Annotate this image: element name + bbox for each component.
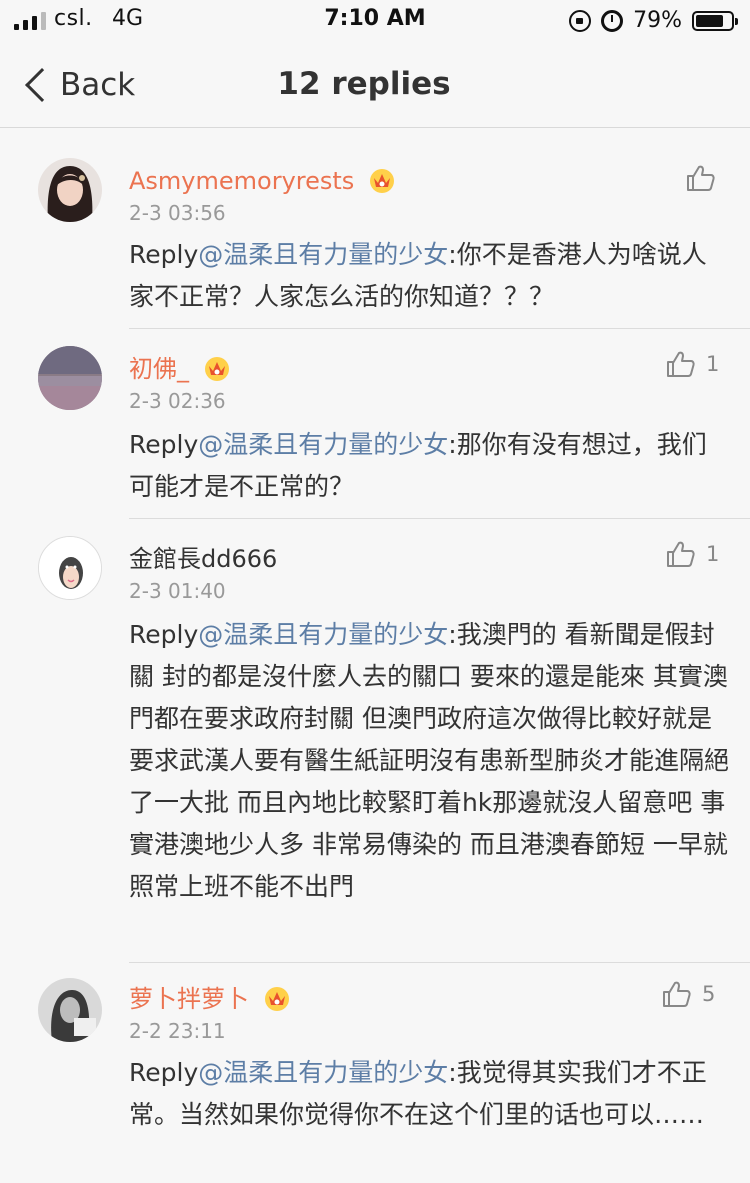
like-count: 1 bbox=[706, 542, 720, 566]
avatar[interactable] bbox=[38, 978, 102, 1042]
reply-body: Reply@温柔且有力量的少女:我澳門的 看新聞是假封關 封的都是沒什麼人去的關… bbox=[129, 614, 729, 908]
thumbs-up-icon bbox=[663, 981, 691, 1007]
battery-fill bbox=[696, 14, 723, 27]
username[interactable]: Asmymemoryrests bbox=[129, 166, 396, 196]
timestamp: 2-3 01:40 bbox=[129, 579, 226, 603]
status-bar: csl. 4G 7:10 AM 79% bbox=[0, 0, 750, 40]
crown-icon bbox=[204, 357, 229, 381]
crown-icon bbox=[264, 987, 289, 1011]
thumbs-up-icon bbox=[687, 165, 715, 191]
thumbs-up-icon bbox=[667, 351, 695, 377]
reply-prefix: Reply bbox=[129, 620, 199, 649]
username-text: Asmymemoryrests bbox=[129, 167, 355, 195]
timestamp: 2-3 03:56 bbox=[129, 201, 226, 225]
reply-item: 萝卜拌萝卜 2-2 23:11 5 Reply@温柔且有力量的少女:我觉得其实我… bbox=[0, 962, 750, 1183]
like-count: 5 bbox=[702, 982, 716, 1006]
mention-link[interactable]: @温柔且有力量的少女 bbox=[198, 1058, 448, 1087]
mention-link[interactable]: @温柔且有力量的少女 bbox=[198, 620, 448, 649]
battery-icon bbox=[692, 10, 738, 31]
like-count: 1 bbox=[706, 352, 720, 376]
username[interactable]: 萝卜拌萝卜 bbox=[129, 984, 291, 1014]
nav-bar: Back 12 replies bbox=[0, 44, 750, 128]
rotation-lock-icon bbox=[569, 9, 592, 32]
username-text: 萝卜拌萝卜 bbox=[129, 985, 249, 1013]
reply-prefix: Reply bbox=[129, 240, 199, 269]
mention-link[interactable]: @温柔且有力量的少女 bbox=[198, 240, 448, 269]
like-button[interactable] bbox=[686, 164, 726, 192]
battery-percent: 79% bbox=[633, 8, 682, 33]
username[interactable]: 金館長dd666 bbox=[129, 544, 277, 574]
mention-link[interactable]: @温柔且有力量的少女 bbox=[198, 430, 448, 459]
timestamp: 2-2 23:11 bbox=[129, 1019, 226, 1043]
reply-item: 初佛_ 2-3 02:36 1 Reply@温柔且有力量的少女:那你有没有想过，… bbox=[0, 328, 750, 519]
timestamp: 2-3 02:36 bbox=[129, 389, 226, 413]
thumbs-up-icon bbox=[667, 541, 695, 567]
reply-prefix: Reply bbox=[129, 1058, 199, 1087]
username-text: 金館長dd666 bbox=[129, 545, 278, 573]
avatar[interactable] bbox=[38, 536, 102, 600]
like-button[interactable]: 1 bbox=[666, 540, 719, 568]
reply-body: Reply@温柔且有力量的少女:我觉得其实我们才不正常。当然如果你觉得你不在这个… bbox=[129, 1052, 729, 1136]
reply-text: :我澳門的 看新聞是假封關 封的都是沒什麼人去的關口 要來的還是能來 其實澳門都… bbox=[129, 620, 730, 901]
alarm-icon bbox=[601, 9, 624, 32]
username-text: 初佛_ bbox=[129, 355, 189, 383]
reply-item: Asmymemoryrests 2-3 03:56 Reply@温柔且有力量的少… bbox=[0, 138, 750, 329]
reply-item: 金館長dd666 2-3 01:40 1 Reply@温柔且有力量的少女:我澳門… bbox=[0, 518, 750, 963]
page-title: 12 replies bbox=[277, 66, 451, 102]
avatar[interactable] bbox=[38, 158, 102, 222]
reply-body: Reply@温柔且有力量的少女:那你有没有想过，我们可能才是不正常的？ bbox=[129, 424, 729, 508]
reply-prefix: Reply bbox=[129, 430, 199, 459]
username[interactable]: 初佛_ bbox=[129, 354, 231, 384]
avatar[interactable] bbox=[38, 346, 102, 410]
crown-icon bbox=[369, 169, 394, 193]
like-button[interactable]: 5 bbox=[662, 980, 715, 1008]
reply-body: Reply@温柔且有力量的少女:你不是香港人为啥说人家不正常？人家怎么活的你知道… bbox=[129, 234, 729, 318]
like-button[interactable]: 1 bbox=[666, 350, 719, 378]
